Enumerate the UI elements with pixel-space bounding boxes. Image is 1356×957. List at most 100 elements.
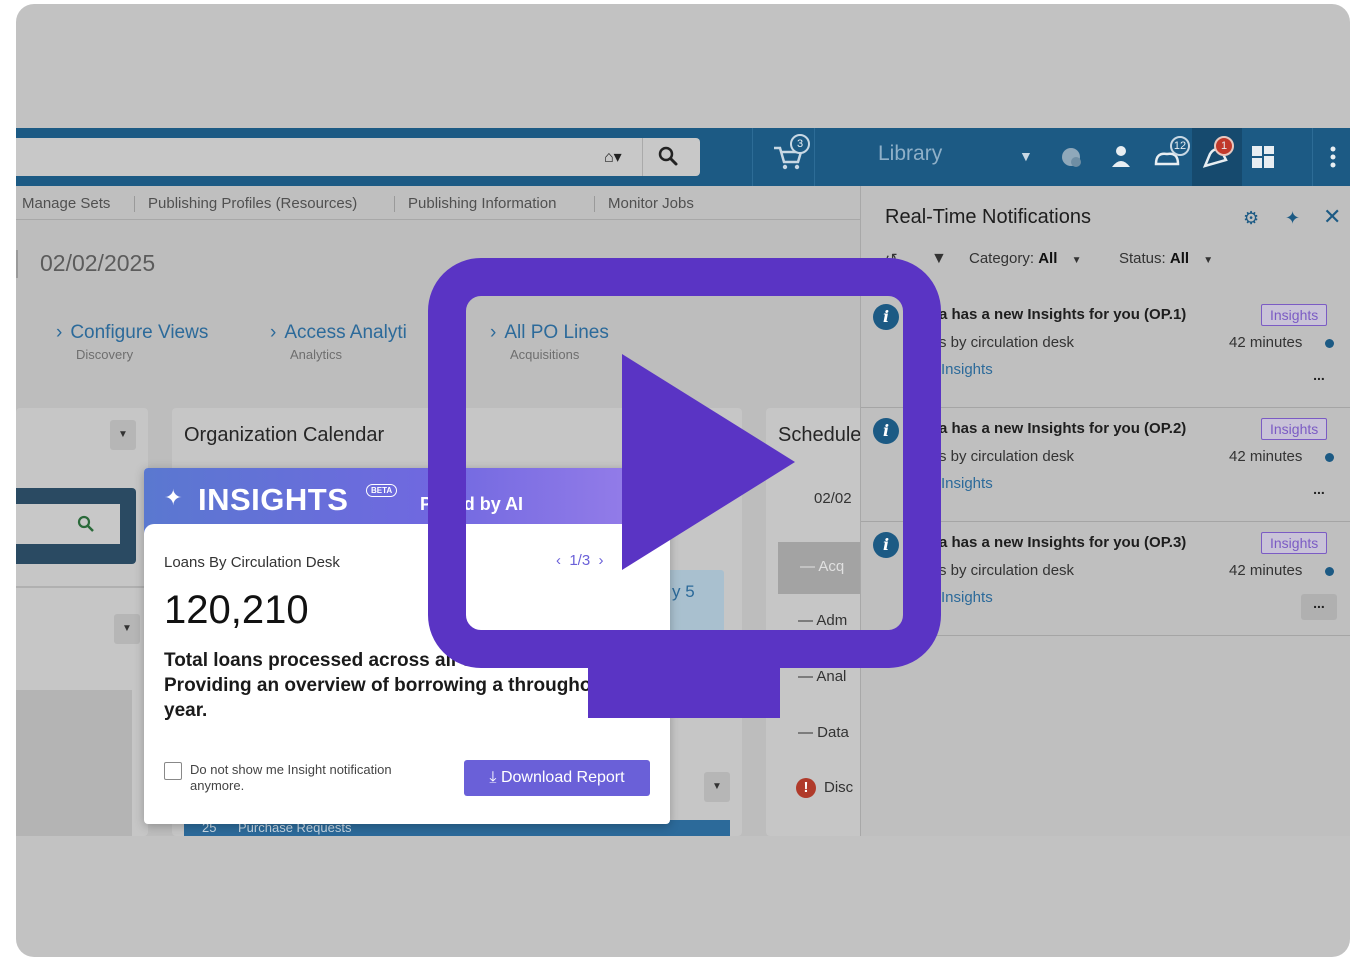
quick-link-access-analytics[interactable]: › Access Analyti Analytics (270, 322, 407, 362)
left-widget-content (16, 690, 132, 836)
chevron-down-icon[interactable]: ▼ (704, 772, 730, 802)
unread-dot (1325, 567, 1334, 576)
sparkle-icon: ✦ (164, 485, 183, 510)
dont-show-checkbox[interactable] (164, 762, 182, 780)
notification-time: 42 minutes (1229, 448, 1303, 465)
date-bar: 02/02/2025 (16, 220, 876, 308)
category-filter[interactable]: Category: All ▼ (969, 250, 1081, 267)
notification-time: 42 minutes (1229, 334, 1303, 351)
real-time-notifications-panel: Real-Time Notifications ⚙ ✦ ✕ ↺ ▼ Catego… (860, 186, 1350, 836)
chevron-left-icon[interactable]: ‹ (556, 552, 561, 569)
search-icon[interactable] (76, 514, 96, 534)
notification-item[interactable]: i a has a new Insights for you (OP.3) s … (861, 522, 1350, 636)
schedule-item[interactable]: — Anal (798, 668, 846, 685)
notification-tag: Insights (1261, 418, 1328, 440)
info-icon: i (873, 418, 899, 444)
cart-badge: 3 (790, 134, 810, 154)
schedule-item[interactable]: ! Disc (796, 778, 853, 798)
topbar-divider (814, 128, 815, 186)
notification-link[interactable]: Insights (941, 475, 993, 492)
chevron-right-icon: › (490, 322, 497, 343)
schedule-item-label: Disc (824, 779, 854, 796)
menu-item-publishing-profiles[interactable]: Publishing Profiles (Resources) (148, 195, 357, 212)
schedule-item-label: Acq (818, 558, 845, 575)
notification-heading: a has a new Insights for you (OP.3) (939, 534, 1187, 551)
chevron-down-icon[interactable]: ▼ (110, 420, 136, 450)
notification-item[interactable]: i a has a new Insights for you (OP.1) s … (861, 294, 1350, 408)
schedule-item-label: Data (817, 724, 849, 741)
left-search-input[interactable] (16, 504, 120, 544)
quick-link-sub: Discovery (76, 347, 134, 362)
quick-link-all-po-lines[interactable]: › All PO Lines Acquisitions (490, 322, 609, 362)
pager-count: 1/3 (569, 552, 591, 569)
insight-description: Total loans processed across all circula… (164, 650, 650, 721)
quick-link-title: Configure Views (70, 322, 209, 343)
insights-popup: ✦ INSIGHTS BETA P ered by AI Loans By Ci… (144, 468, 670, 824)
date-divider (16, 250, 18, 278)
current-date: 02/02/2025 (40, 250, 156, 276)
notification-link[interactable]: Insights (941, 361, 993, 378)
topbar-divider (752, 128, 753, 186)
filter-icon[interactable]: ▼ (931, 250, 947, 268)
quick-link-sub: Acquisitions (510, 347, 580, 362)
menu-item-manage-sets[interactable]: Manage Sets (22, 195, 110, 212)
pin-icon[interactable]: ✦ (1285, 208, 1300, 229)
menu-item-monitor-jobs[interactable]: Monitor Jobs (608, 195, 694, 212)
close-icon[interactable]: ✕ (1323, 204, 1341, 230)
library-selector[interactable]: Library (878, 142, 942, 166)
filter-label: Category: (969, 250, 1035, 267)
menu-item-publishing-information[interactable]: Publishing Information (408, 195, 556, 212)
status-filter[interactable]: Status: All ▼ (1119, 250, 1213, 267)
top-bar: ⌂▾ 3 Library ▼ 12 1 (16, 128, 1350, 186)
notification-link[interactable]: Insights (941, 589, 993, 606)
schedule-item[interactable]: — Data (798, 724, 849, 741)
notification-tag: Insights (1261, 304, 1328, 326)
download-label: Download Report (500, 769, 625, 786)
more-button[interactable]: ... (1301, 480, 1337, 506)
alert-icon: ! (796, 778, 816, 798)
filter-label: Status: (1119, 250, 1166, 267)
notification-tag: Insights (1261, 532, 1328, 554)
insight-value: 120,210 (164, 588, 309, 632)
insights-title: INSIGHTS (198, 482, 349, 517)
chevron-right-icon: › (270, 322, 277, 343)
more-button[interactable]: ... (1301, 366, 1337, 392)
schedule-item[interactable]: — Adm (798, 612, 847, 629)
menu-divider (134, 196, 135, 212)
chevron-down-icon[interactable]: ▼ (114, 614, 140, 644)
search-box[interactable]: ⌂▾ (16, 138, 700, 176)
tasks-badge: 12 (1170, 136, 1190, 156)
quick-link-configure-views[interactable]: › Configure Views Discovery (56, 322, 208, 362)
unread-dot (1325, 339, 1334, 348)
alerts-badge: 1 (1214, 136, 1234, 156)
panel-title: Real-Time Notifications (885, 206, 1091, 228)
chevron-down-icon[interactable]: ▼ (1019, 148, 1033, 164)
apps-grid-icon[interactable] (1248, 142, 1278, 172)
insights-body: Loans By Circulation Desk ‹ 1/3 › 120,21… (144, 524, 670, 814)
globe-icon[interactable] (1056, 142, 1086, 172)
unread-dot (1325, 453, 1334, 462)
gear-icon[interactable]: ⚙ (1243, 208, 1259, 229)
menu-divider (594, 196, 595, 212)
widget-title: Schedule (778, 424, 862, 446)
home-icon[interactable]: ⌂▾ (604, 147, 622, 167)
menu-divider (394, 196, 395, 212)
notification-item[interactable]: i a has a new Insights for you (OP.2) s … (861, 408, 1350, 522)
notification-subtext: s by circulation desk (939, 562, 1075, 579)
info-icon: i (873, 532, 899, 558)
download-report-button[interactable]: ⤓ Download Report (464, 760, 650, 796)
search-icon[interactable] (656, 144, 680, 168)
notification-heading: a has a new Insights for you (OP.1) (939, 306, 1187, 323)
user-icon[interactable] (1106, 142, 1136, 172)
schedule-date: 02/02 (814, 490, 852, 507)
filter-value: All (1169, 250, 1190, 267)
schedule-item-label: Anal (816, 668, 847, 685)
chevron-right-icon[interactable]: › (599, 552, 604, 569)
insight-card-title: Loans By Circulation Desk (164, 554, 340, 571)
more-button[interactable]: ... (1301, 594, 1337, 620)
video-frame[interactable]: ⌂▾ 3 Library ▼ 12 1 Manage Sets Publishi… (16, 4, 1350, 957)
insight-pager[interactable]: ‹ 1/3 › (556, 552, 604, 569)
more-vertical-icon[interactable] (1326, 142, 1340, 172)
refresh-icon[interactable]: ↺ (885, 250, 898, 268)
download-icon: ⤓ (489, 769, 497, 786)
